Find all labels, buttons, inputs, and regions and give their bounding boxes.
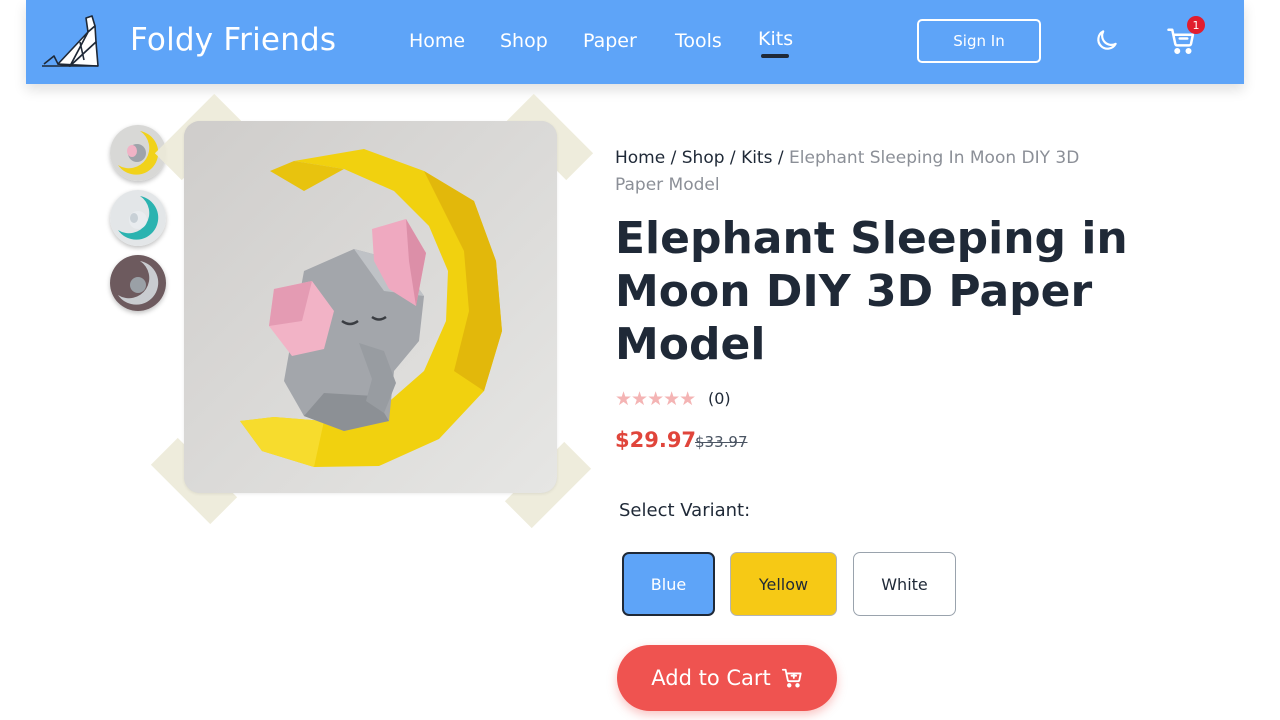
origami-cat-logo-icon[interactable] bbox=[40, 12, 100, 72]
nav-link-paper[interactable]: Paper bbox=[583, 30, 637, 52]
breadcrumb-shop[interactable]: Shop bbox=[682, 148, 725, 168]
thumbnail-elephant-silver-moon bbox=[110, 255, 166, 311]
product-main-image[interactable] bbox=[184, 121, 557, 493]
top-navbar: Foldy Friends Home Shop Paper Tools Kits… bbox=[26, 0, 1244, 84]
nav-link-shop[interactable]: Shop bbox=[500, 30, 548, 52]
gallery-thumbnail-3[interactable] bbox=[110, 255, 166, 311]
nav-link-home[interactable]: Home bbox=[409, 30, 465, 52]
nav-link-kits[interactable]: Kits bbox=[758, 28, 793, 50]
variant-label: Select Variant: bbox=[619, 500, 751, 521]
dark-mode-moon-icon[interactable] bbox=[1094, 27, 1120, 53]
active-nav-indicator bbox=[761, 54, 789, 58]
variant-yellow-button[interactable]: Yellow bbox=[730, 552, 837, 616]
breadcrumb-separator: / bbox=[670, 148, 682, 168]
cart-plus-icon bbox=[781, 668, 802, 688]
review-count[interactable]: (0) bbox=[708, 389, 731, 408]
breadcrumb-separator: / bbox=[777, 148, 790, 168]
sale-price: $29.97 bbox=[615, 428, 697, 452]
cart-count-badge: 1 bbox=[1187, 16, 1205, 34]
product-title: Elephant Sleeping in Moon DIY 3D Paper M… bbox=[615, 213, 1128, 370]
breadcrumb: Home / Shop / Kits / Elephant Sleeping I… bbox=[615, 145, 1095, 199]
nav-link-tools[interactable]: Tools bbox=[675, 30, 722, 52]
breadcrumb-kits[interactable]: Kits bbox=[741, 148, 772, 168]
breadcrumb-home[interactable]: Home bbox=[615, 148, 665, 168]
add-to-cart-label: Add to Cart bbox=[651, 666, 771, 690]
rating-stars-icon[interactable]: ★★★★★ bbox=[615, 388, 696, 410]
original-price: $33.97 bbox=[695, 433, 748, 451]
gallery-thumbnail-2[interactable] bbox=[110, 190, 166, 246]
variant-white-button[interactable]: White bbox=[853, 552, 956, 616]
add-to-cart-button[interactable]: Add to Cart bbox=[617, 645, 837, 711]
variant-blue-button[interactable]: Blue bbox=[622, 552, 715, 616]
brand-name[interactable]: Foldy Friends bbox=[130, 22, 336, 58]
breadcrumb-separator: / bbox=[729, 148, 742, 168]
thumbnail-elephant-teal-moon bbox=[110, 190, 166, 246]
elephant-moon-illustration bbox=[184, 121, 557, 493]
sign-in-button[interactable]: Sign In bbox=[917, 19, 1041, 63]
